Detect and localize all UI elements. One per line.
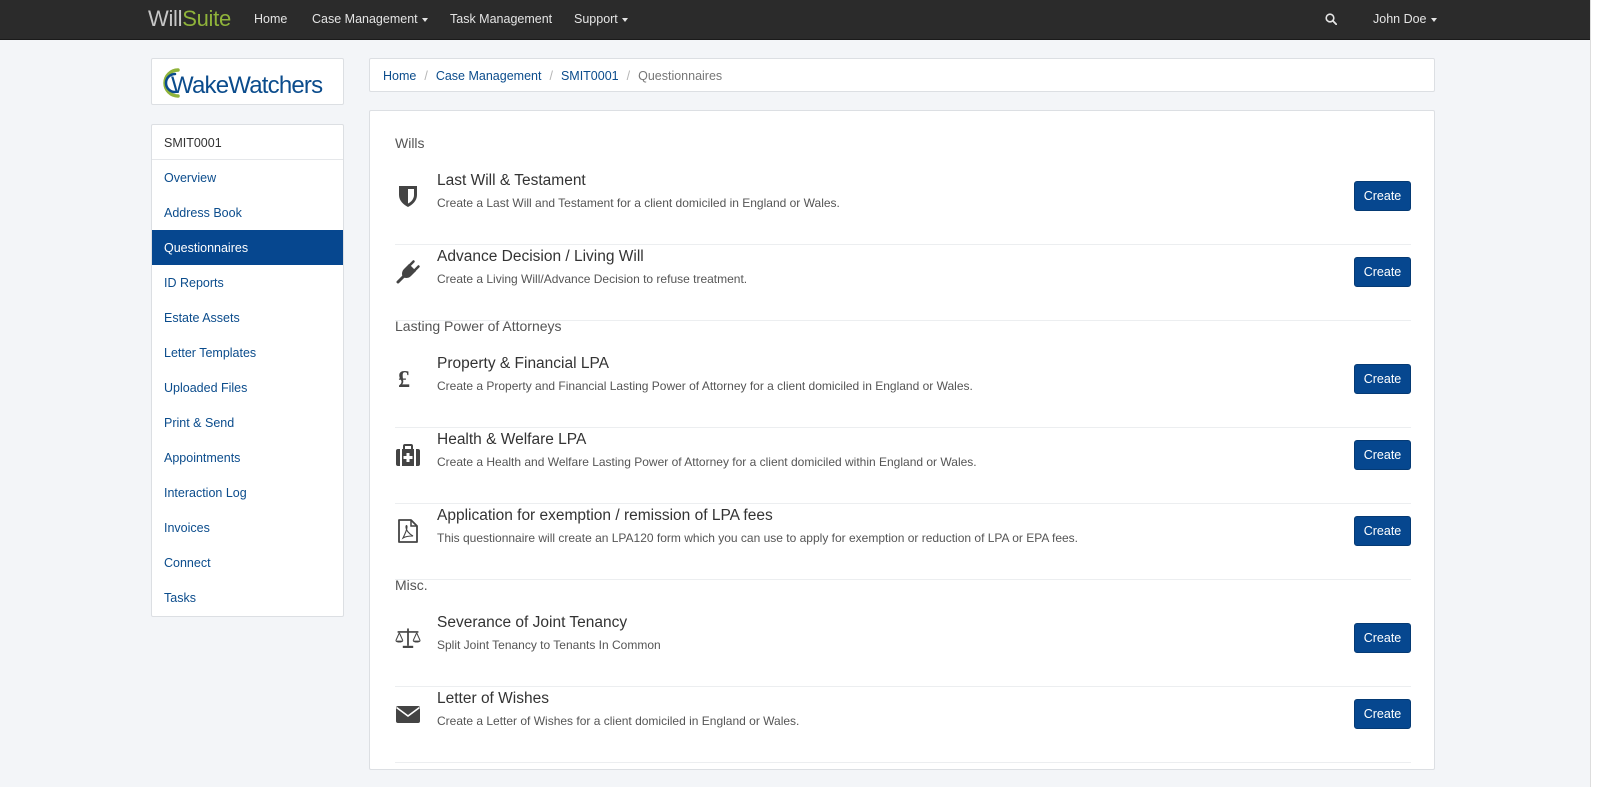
sidebar-item-print-send[interactable]: Print & Send	[152, 405, 343, 440]
breadcrumb-separator: /	[424, 69, 428, 83]
pound-sign-icon: £	[398, 367, 410, 392]
balance-scale-icon	[395, 628, 421, 648]
sidebar-item-interaction-log[interactable]: Interaction Log	[152, 475, 343, 510]
nav-task-management[interactable]: Task Management	[450, 12, 552, 26]
user-name: John Doe	[1373, 12, 1427, 26]
questionnaire-description: Create a Property and Financial Lasting …	[437, 379, 973, 393]
questionnaire-description: This questionnaire will create an LPA120…	[437, 531, 1079, 545]
breadcrumb: Home / Case Management / SMIT0001 / Questionna…	[369, 58, 1435, 92]
breadcrumb-separator: /	[549, 69, 553, 83]
nav-home[interactable]: Home	[254, 12, 287, 26]
user-menu[interactable]: John Doe	[1373, 12, 1437, 26]
nav-case-management[interactable]: Case Management	[312, 12, 428, 26]
create-property-financial-lpa-button[interactable]: Create	[1354, 364, 1411, 394]
questionnaire-row-severance: Severance of Joint Tenancy Split Joint T…	[395, 611, 1411, 687]
nav-support[interactable]: Support	[574, 12, 628, 26]
section-heading-misc: Misc.	[395, 577, 428, 593]
firm-logo: WakeWatchers	[163, 68, 324, 99]
sidebar-item-address-book[interactable]: Address Book	[152, 195, 343, 230]
questionnaire-description: Create a Letter of Wishes for a client d…	[437, 714, 800, 728]
questionnaire-row-letter-of-wishes: Letter of Wishes Create a Letter of Wish…	[395, 687, 1411, 763]
envelope-icon	[396, 706, 420, 723]
questionnaire-title: Severance of Joint Tenancy	[437, 614, 628, 631]
create-severance-button[interactable]: Create	[1354, 623, 1411, 653]
section-heading-lpa: Lasting Power of Attorneys	[395, 318, 562, 334]
sidebar-item-overview[interactable]: Overview	[152, 160, 343, 195]
questionnaire-row-last-will: Last Will & Testament Create a Last Will…	[395, 169, 1411, 245]
questionnaire-title: Advance Decision / Living Will	[437, 248, 644, 265]
section-heading-wills: Wills	[395, 135, 425, 151]
medkit-icon	[396, 444, 420, 466]
questionnaire-title: Property & Financial LPA	[437, 355, 610, 372]
questionnaire-description: Split Joint Tenancy to Tenants In Common	[437, 638, 661, 652]
questionnaire-title: Letter of Wishes	[437, 690, 549, 707]
questionnaire-title: Last Will & Testament	[437, 172, 586, 189]
svg-text:£: £	[398, 367, 410, 392]
sidebar-item-tasks[interactable]: Tasks	[152, 580, 343, 615]
questionnaire-row-advance-decision: Advance Decision / Living Will Create a …	[395, 245, 1411, 321]
sidebar-item-id-reports[interactable]: ID Reports	[152, 265, 343, 300]
questionnaire-description: Create a Health and Welfare Lasting Powe…	[437, 455, 977, 469]
sidebar-case-id: SMIT0001	[152, 125, 343, 160]
shield-icon	[399, 186, 417, 207]
caret-down-icon	[1430, 17, 1437, 22]
plug-icon	[396, 260, 420, 284]
brand-text-will: Will	[148, 6, 183, 31]
sidebar-item-questionnaires[interactable]: Questionnaires	[152, 230, 343, 265]
create-advance-decision-button[interactable]: Create	[1354, 257, 1411, 287]
create-last-will-button[interactable]: Create	[1354, 181, 1411, 211]
questionnaire-title: Health & Welfare LPA	[437, 431, 587, 448]
sidebar-item-invoices[interactable]: Invoices	[152, 510, 343, 545]
nav-support-label: Support	[574, 12, 618, 26]
questionnaire-row-health-welfare-lpa: Health & Welfare LPA Create a Health and…	[395, 428, 1411, 504]
sidebar-item-estate-assets[interactable]: Estate Assets	[152, 300, 343, 335]
create-health-welfare-lpa-button[interactable]: Create	[1354, 440, 1411, 470]
top-navbar: WillSuite Home Case Management Task Mana…	[0, 0, 1590, 40]
questionnaire-description: Create a Living Will/Advance Decision to…	[437, 272, 748, 286]
firm-logo-panel: WakeWatchers	[151, 58, 344, 105]
breadcrumb-case-management[interactable]: Case Management	[436, 69, 542, 83]
questionnaire-row-lpa-fee-exemption: Application for exemption / remission of…	[395, 504, 1411, 580]
page-scrollbar[interactable]	[1590, 0, 1600, 787]
create-lpa-fee-exemption-button[interactable]: Create	[1354, 516, 1411, 546]
breadcrumb-case-id[interactable]: SMIT0001	[561, 69, 619, 83]
create-letter-of-wishes-button[interactable]: Create	[1354, 699, 1411, 729]
firm-logo-text: WakeWatchers	[171, 72, 323, 99]
nav-case-management-label: Case Management	[312, 12, 418, 26]
sidebar-item-letter-templates[interactable]: Letter Templates	[152, 335, 343, 370]
caret-down-icon	[621, 17, 628, 22]
sidebar-item-connect[interactable]: Connect	[152, 545, 343, 580]
brand-logo[interactable]: WillSuite	[148, 6, 231, 32]
brand-text-suite: Suite	[182, 6, 231, 31]
questionnaire-title: Application for exemption / remission of…	[437, 507, 773, 524]
questionnaires-panel: Wills Last Will & Testament Create a Las…	[369, 110, 1435, 770]
breadcrumb-current: Questionnaires	[638, 69, 723, 83]
sidebar-item-uploaded-files[interactable]: Uploaded Files	[152, 370, 343, 405]
caret-down-icon	[421, 17, 428, 22]
sidebar-item-appointments[interactable]: Appointments	[152, 440, 343, 475]
search-icon[interactable]	[1325, 13, 1337, 25]
breadcrumb-home[interactable]: Home	[383, 69, 416, 83]
breadcrumb-separator: /	[626, 69, 631, 83]
questionnaire-description: Create a Last Will and Testament for a c…	[437, 196, 840, 210]
pdf-file-icon	[398, 519, 418, 543]
case-sidebar: SMIT0001 Overview Address Book Questionn…	[151, 124, 344, 617]
questionnaire-row-property-financial-lpa: £ Property & Financial LPA Create a Prop…	[395, 352, 1411, 428]
